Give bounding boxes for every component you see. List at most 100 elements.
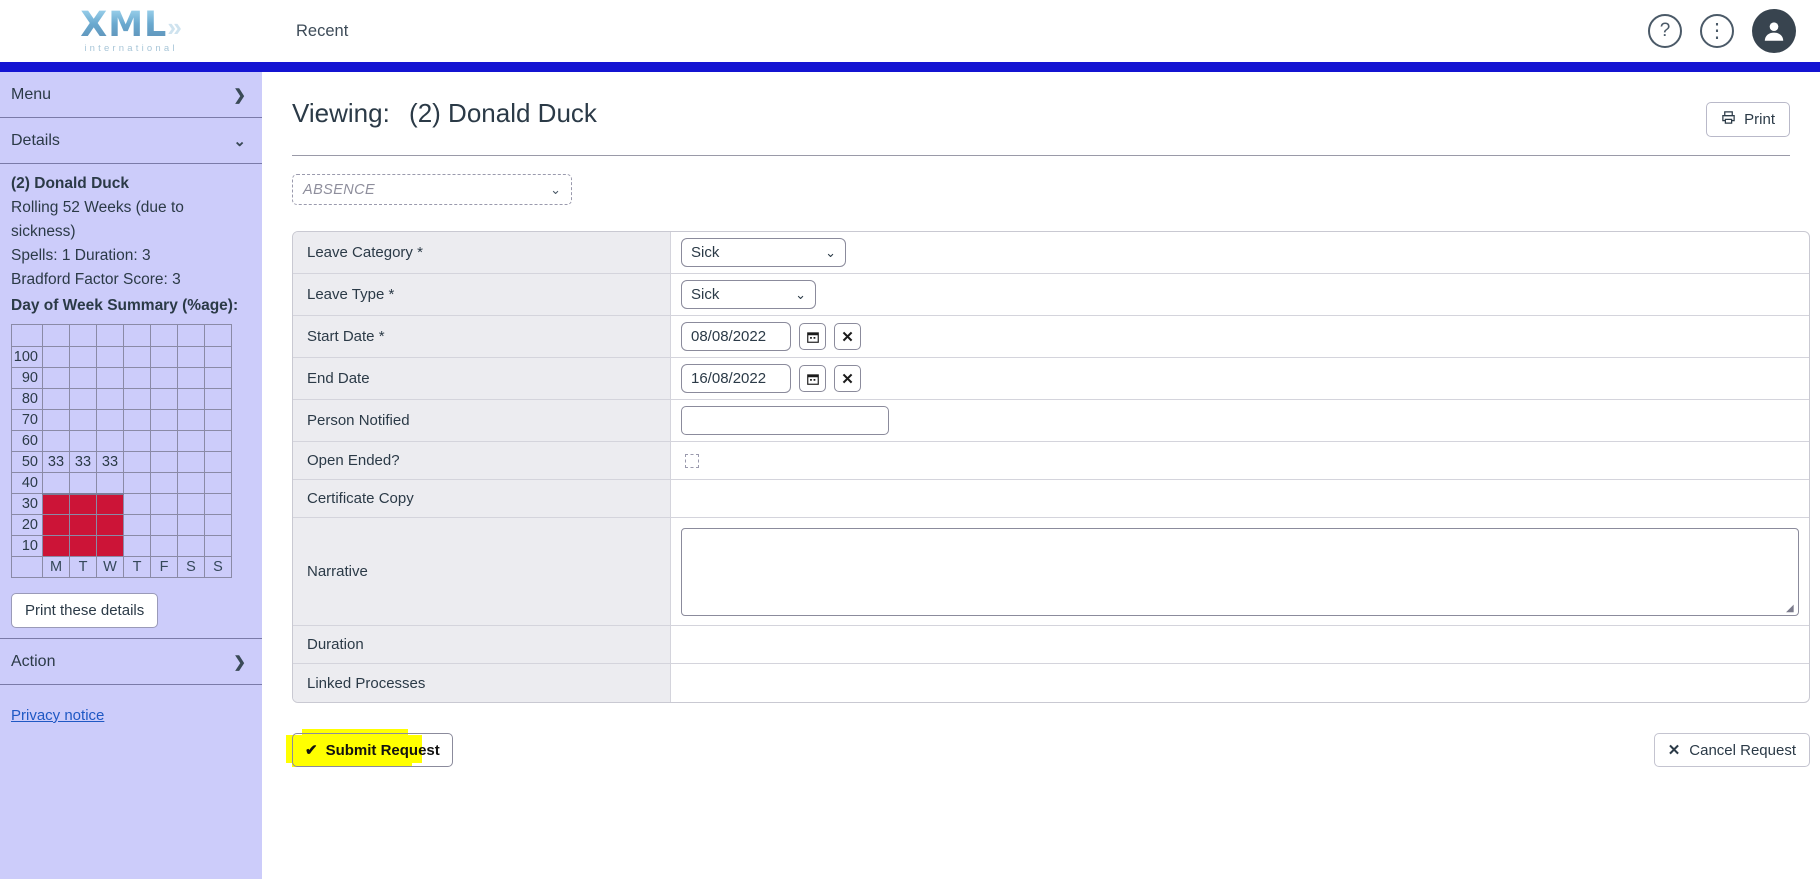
chart-value-label: 33 — [69, 451, 97, 473]
start-date-calendar-icon[interactable] — [799, 323, 826, 350]
chart-bar-segment — [69, 493, 97, 515]
sidebar-item-details[interactable]: Details ⌄ — [0, 118, 262, 163]
chevron-down-icon: ⌄ — [233, 132, 246, 150]
chart-top-row — [11, 324, 232, 347]
chart-bar-segment — [96, 493, 124, 515]
absence-type-select[interactable]: ABSENCE ⌄ — [292, 174, 572, 205]
form-row-narrative: Narrative ◢ — [293, 518, 1809, 626]
header-actions: ? ⋮ — [1648, 0, 1796, 62]
submit-request-container: ✔ Submit Request — [286, 729, 453, 767]
leave-category-value: Sick — [691, 244, 720, 261]
chart-ytick: 60 — [11, 430, 43, 452]
chart-bar-segment — [42, 493, 70, 515]
field-label: Leave Type * — [293, 274, 671, 315]
chart-bar-segment — [69, 535, 97, 557]
open-ended-checkbox[interactable] — [685, 453, 699, 468]
sidebar-dow-title: Day of Week Summary (%age): — [11, 297, 239, 314]
sidebar-item-action[interactable]: Action ❯ — [0, 639, 262, 684]
field-label: Duration — [293, 626, 671, 663]
leave-category-select[interactable]: Sick ⌄ — [681, 238, 846, 267]
printer-icon — [1721, 110, 1736, 129]
form-row-person-notified: Person Notified — [293, 400, 1809, 442]
chevron-right-icon: ❯ — [233, 86, 246, 104]
leave-type-value: Sick — [691, 286, 720, 303]
sidebar-bradford-score: Bradford Factor Score: 3 — [11, 271, 181, 288]
main-content: Viewing: (2) Donald Duck Print ABSENCE ⌄… — [262, 72, 1820, 879]
chart-row: 90 — [11, 367, 232, 389]
start-date-clear-icon[interactable]: ✕ — [834, 323, 861, 350]
cancel-request-button[interactable]: ✕ Cancel Request — [1653, 733, 1810, 767]
sidebar-action-label: Action — [11, 652, 56, 670]
start-date-input[interactable]: 08/08/2022 — [681, 322, 791, 351]
chart-xtick: T — [123, 556, 151, 578]
sidebar-details-panel: (2) Donald Duck Rolling 52 Weeks (due to… — [0, 164, 262, 638]
chart-axis-labels: M T W T F S S — [11, 556, 232, 578]
page-header: Viewing: (2) Donald Duck Print — [292, 98, 1790, 137]
field-label: Certificate Copy — [293, 480, 671, 517]
narrative-textarea[interactable]: ◢ — [681, 527, 1799, 616]
logo-wordmark: XML — [80, 5, 168, 46]
brand-logo[interactable]: XML» international — [0, 0, 262, 62]
privacy-notice-link[interactable]: Privacy notice — [11, 707, 104, 724]
print-these-details-button[interactable]: Print these details — [11, 593, 159, 628]
close-icon: ✕ — [1667, 742, 1681, 759]
leave-type-select[interactable]: Sick ⌄ — [681, 280, 816, 309]
field-label: Narrative — [293, 518, 671, 625]
top-header-bar: XML» international Recent ? ⋮ — [0, 0, 1820, 62]
logo-chevron-icon: » — [167, 12, 182, 43]
field-label: Open Ended? — [293, 442, 671, 479]
form-row-duration: Duration — [293, 626, 1809, 664]
chart-row: 100 — [11, 346, 232, 368]
chevron-down-icon: ⌄ — [795, 286, 806, 302]
form-row-end-date: End Date 16/08/2022 ✕ — [293, 358, 1809, 400]
chart-ytick: 50 — [11, 451, 43, 473]
resize-handle-icon[interactable]: ◢ — [1786, 603, 1796, 614]
field-label: Leave Category * — [293, 232, 671, 273]
end-date-input[interactable]: 16/08/2022 — [681, 364, 791, 393]
sidebar-menu-label: Menu — [11, 85, 52, 103]
form-footer: ✔ Submit Request ✕ Cancel Request — [286, 729, 1810, 767]
chart-ytick: 70 — [11, 409, 43, 431]
user-avatar-icon[interactable] — [1752, 9, 1796, 53]
chart-ytick: 100 — [11, 346, 43, 368]
page-title: Viewing: (2) Donald Duck — [292, 98, 597, 129]
print-button[interactable]: Print — [1706, 102, 1790, 137]
field-label: Person Notified — [293, 400, 671, 441]
chart-bar-segment — [42, 514, 70, 536]
duration-value — [671, 626, 1809, 663]
chart-xtick: M — [42, 556, 70, 578]
person-notified-input[interactable] — [681, 406, 889, 435]
check-icon: ✔ — [305, 742, 318, 759]
privacy-notice-container: Privacy notice — [0, 685, 262, 724]
chart-ytick: 20 — [11, 514, 43, 536]
field-label: End Date — [293, 358, 671, 399]
sidebar-item-menu[interactable]: Menu ❯ — [0, 72, 262, 117]
chart-row: 40 — [11, 472, 232, 495]
title-divider — [292, 155, 1790, 156]
sidebar-person-name: (2) Donald Duck — [11, 175, 129, 192]
help-icon[interactable]: ? — [1648, 14, 1682, 48]
linked-processes-value — [671, 664, 1809, 702]
chart-bar-segment — [42, 535, 70, 557]
day-of-week-chart: 100 90 80 70 60 50 33 33 33 40 30 20 10 … — [11, 324, 232, 578]
more-options-icon[interactable]: ⋮ — [1700, 14, 1734, 48]
chevron-down-icon: ⌄ — [550, 181, 561, 197]
form-row-leave-category: Leave Category * Sick ⌄ — [293, 232, 1809, 274]
page-title-prefix: Viewing: — [292, 98, 390, 128]
chart-ytick: 90 — [11, 367, 43, 389]
chart-row: 10 — [11, 535, 232, 557]
absence-form-table: Leave Category * Sick ⌄ Leave Type * Sic… — [292, 231, 1810, 703]
recent-nav-item[interactable]: Recent — [296, 22, 348, 41]
end-date-clear-icon[interactable]: ✕ — [834, 365, 861, 392]
end-date-calendar-icon[interactable] — [799, 365, 826, 392]
chart-xtick: F — [150, 556, 178, 578]
logo-subtext: international — [84, 43, 178, 55]
chart-row: 30 — [11, 493, 232, 515]
chevron-down-icon: ⌄ — [825, 244, 836, 260]
cancel-request-label: Cancel Request — [1689, 741, 1796, 759]
form-row-linked-processes: Linked Processes — [293, 664, 1809, 702]
certificate-copy-value — [671, 480, 1809, 517]
left-sidebar: Menu ❯ Details ⌄ (2) Donald Duck Rolling… — [0, 72, 262, 879]
submit-request-button[interactable]: ✔ Submit Request — [292, 733, 453, 767]
field-label: Linked Processes — [293, 664, 671, 702]
